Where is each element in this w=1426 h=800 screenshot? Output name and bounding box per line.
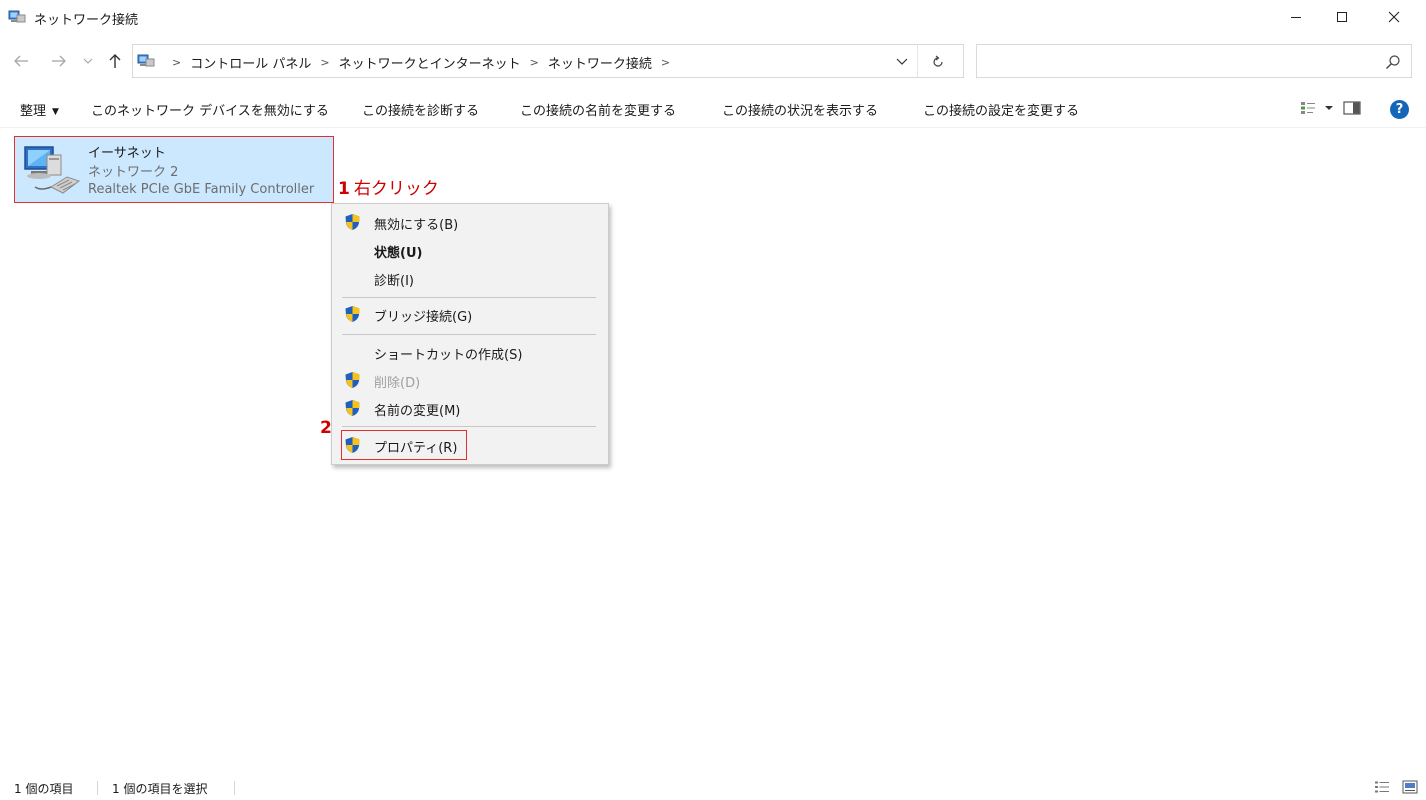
menu-item-delete: 削除(D) (332, 367, 608, 393)
address-bar[interactable]: > コントロール パネル > ネットワークとインターネット > ネットワーク接続… (132, 44, 964, 78)
diagnose-button[interactable]: この接続を診断する (362, 100, 479, 119)
back-arrow-icon (14, 55, 28, 67)
breadcrumb: > コントロール パネル > ネットワークとインターネット > ネットワーク接続… (163, 53, 679, 72)
refresh-button[interactable] (927, 53, 949, 71)
breadcrumb-separator[interactable]: > (320, 56, 329, 69)
network-connections-icon (8, 10, 26, 23)
change-view-button[interactable] (1300, 98, 1334, 118)
status-divider (234, 781, 235, 795)
breadcrumb-separator[interactable]: > (661, 56, 670, 69)
search-input[interactable] (976, 44, 1412, 78)
organize-menu-button[interactable]: 整理 ▼ (20, 100, 59, 119)
adapter-device: Realtek PCIe GbE Family Controller (88, 182, 315, 197)
minimize-button[interactable] (1272, 0, 1320, 34)
up-button[interactable] (104, 50, 126, 72)
uac-shield-icon (345, 372, 360, 388)
search-icon (1386, 55, 1400, 69)
ethernet-adapter-icon (24, 146, 81, 194)
uac-shield-icon (345, 400, 360, 416)
chevron-down-icon (83, 58, 93, 64)
view-options-icon (1301, 102, 1315, 114)
menu-separator (342, 334, 596, 335)
minimize-icon (1291, 17, 1301, 18)
close-icon (1388, 11, 1400, 23)
address-divider (917, 45, 918, 77)
forward-button[interactable] (48, 50, 70, 72)
adapter-name: イーサネット (88, 146, 166, 161)
disable-device-button[interactable]: このネットワーク デバイスを無効にする (91, 100, 329, 119)
step1-annotation: 1 右クリック (338, 174, 439, 199)
status-bar: 1 個の項目 1 個の項目を選択 (0, 776, 1426, 800)
menu-item-disable[interactable]: 無効にする(B) (332, 209, 608, 235)
network-connections-icon (137, 54, 155, 67)
selected-count: 1 個の項目を選択 (112, 782, 208, 796)
menu-item-label: ブリッジ接続(G) (374, 310, 473, 325)
menu-separator (342, 426, 596, 427)
context-menu: 無効にする(B) 状態(U) 診断(I) ブリッジ接続(G) ショートカットの作… (331, 203, 609, 465)
uac-shield-icon (345, 306, 360, 322)
back-button[interactable] (10, 50, 32, 72)
network-adapter-item[interactable]: イーサネット ネットワーク 2 Realtek PCIe GbE Family … (14, 136, 334, 203)
menu-item-create-shortcut[interactable]: ショートカットの作成(S) (332, 339, 608, 365)
menu-item-bridge[interactable]: ブリッジ接続(G) (332, 301, 608, 327)
preview-pane-button[interactable] (1343, 98, 1361, 118)
menu-item-diagnose[interactable]: 診断(I) (332, 265, 608, 291)
details-view-icon[interactable] (1374, 780, 1390, 794)
menu-item-label: 状態(U) (374, 246, 423, 261)
help-icon[interactable]: ? (1390, 100, 1409, 119)
large-icons-view-icon[interactable] (1402, 780, 1418, 794)
step1-number: 1 (338, 179, 350, 199)
chevron-down-icon (1325, 106, 1333, 110)
menu-item-label: 名前の変更(M) (374, 404, 461, 419)
refresh-icon (933, 55, 943, 67)
menu-item-label: ショートカットの作成(S) (374, 348, 523, 363)
menu-separator (342, 297, 596, 298)
recent-locations-button[interactable] (80, 50, 96, 72)
menu-item-rename[interactable]: 名前の変更(M) (332, 395, 608, 421)
menu-item-label: 無効にする(B) (374, 218, 459, 233)
breadcrumb-control-panel[interactable]: コントロール パネル (190, 53, 311, 72)
item-count: 1 個の項目 (14, 782, 74, 796)
change-settings-button[interactable]: この接続の設定を変更する (923, 100, 1079, 119)
preview-pane-icon (1343, 101, 1361, 115)
window-title: ネットワーク接続 (34, 13, 139, 28)
command-bar: 整理 ▼ このネットワーク デバイスを無効にする この接続を診断する この接続の名… (0, 88, 1426, 128)
menu-item-label: 診断(I) (374, 274, 414, 289)
adapter-network: ネットワーク 2 (88, 165, 179, 180)
status-divider (97, 781, 98, 795)
close-button[interactable] (1370, 0, 1418, 34)
maximize-button[interactable] (1318, 0, 1366, 34)
menu-item-label: 削除(D) (374, 376, 421, 391)
organize-label: 整理 (20, 104, 47, 119)
chevron-down-icon (896, 58, 908, 65)
rename-connection-button[interactable]: この接続の名前を変更する (520, 100, 676, 119)
breadcrumb-separator[interactable]: > (172, 56, 181, 69)
step1-text: 右クリック (353, 179, 439, 199)
breadcrumb-network-internet[interactable]: ネットワークとインターネット (339, 53, 521, 72)
dropdown-caret-icon: ▼ (52, 106, 59, 117)
forward-arrow-icon (52, 55, 66, 67)
navigation-bar: > コントロール パネル > ネットワークとインターネット > ネットワーク接続… (0, 44, 1426, 80)
title-bar: ネットワーク接続 (0, 0, 1426, 34)
properties-highlight-box (341, 430, 467, 460)
breadcrumb-network-connections[interactable]: ネットワーク接続 (548, 53, 652, 72)
address-history-button[interactable] (891, 53, 913, 71)
menu-item-status[interactable]: 状態(U) (332, 237, 608, 263)
uac-shield-icon (345, 214, 360, 230)
view-status-button[interactable]: この接続の状況を表示する (722, 100, 878, 119)
breadcrumb-separator[interactable]: > (530, 56, 539, 69)
up-arrow-icon (109, 54, 121, 68)
maximize-icon (1337, 12, 1347, 22)
